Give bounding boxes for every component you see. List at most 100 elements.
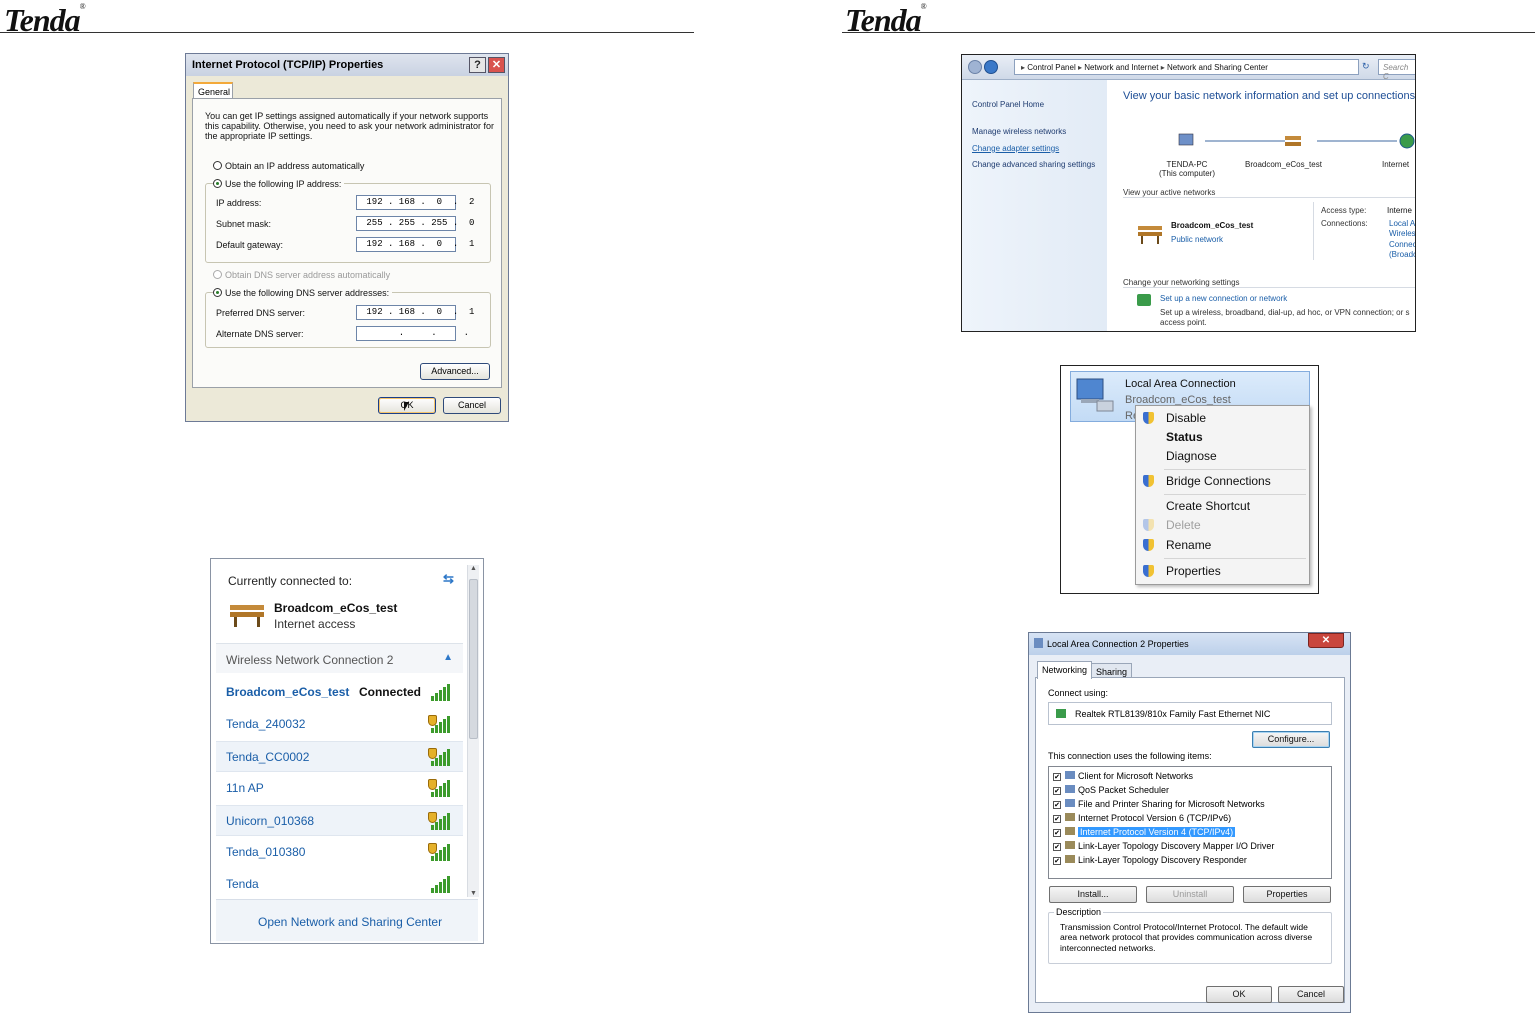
scrollbar[interactable]: ▲ ▼ bbox=[467, 565, 479, 897]
checkbox-checked-icon[interactable]: ✔ bbox=[1053, 801, 1061, 809]
protocol-icon bbox=[1065, 855, 1075, 863]
properties-button[interactable]: Properties bbox=[1243, 886, 1331, 903]
menu-item-bridge[interactable]: Bridge Connections bbox=[1166, 474, 1271, 488]
list-item[interactable]: ✔ QoS Packet Scheduler bbox=[1053, 783, 1327, 797]
page-title: View your basic network information and … bbox=[1123, 90, 1416, 102]
networking-panel: Connect using: Realtek RTL8139/810x Fami… bbox=[1035, 677, 1345, 1003]
nic-icon bbox=[1056, 709, 1066, 718]
menu-separator bbox=[1164, 469, 1306, 470]
node-network: Broadcom_eCos_test bbox=[1245, 160, 1322, 169]
cursor-arrow-icon bbox=[404, 402, 409, 411]
network-component-icon bbox=[1065, 785, 1075, 793]
list-item[interactable]: ✔ Link-Layer Topology Discovery Responder bbox=[1053, 853, 1327, 867]
network-type-link[interactable]: Public network bbox=[1171, 235, 1223, 244]
description-text: Transmission Control Protocol/Internet P… bbox=[1060, 922, 1313, 953]
checkbox-checked-icon[interactable]: ✔ bbox=[1053, 787, 1061, 795]
signal-strength-icon bbox=[431, 684, 453, 701]
menu-item-shortcut[interactable]: Create Shortcut bbox=[1166, 499, 1250, 513]
network-item[interactable]: Tenda_010380 bbox=[216, 837, 463, 868]
network-sharing-center-window: ▸ Control Panel ▸ Network and Internet ▸… bbox=[961, 54, 1416, 332]
subnet-mask-label: Subnet mask: bbox=[216, 219, 272, 229]
auto-ip-option[interactable]: Obtain an IP address automatically bbox=[213, 161, 364, 171]
network-component-icon bbox=[1065, 799, 1075, 807]
checkbox-checked-icon[interactable]: ✔ bbox=[1053, 815, 1061, 823]
alternate-dns-field[interactable]: . . . bbox=[356, 326, 469, 341]
sidebar-item-adapter[interactable]: Change adapter settings bbox=[972, 144, 1097, 155]
list-item-selected[interactable]: ✔ Internet Protocol Version 4 (TCP/IPv4) bbox=[1053, 825, 1327, 839]
setup-connection-link[interactable]: Set up a new connection or network bbox=[1160, 294, 1287, 303]
sidebar-item-home[interactable]: Control Panel Home bbox=[972, 100, 1097, 111]
refresh-icon[interactable]: ↻ bbox=[1362, 61, 1370, 72]
network-item[interactable]: Broadcom_eCos_test Connected bbox=[216, 677, 463, 708]
checkbox-checked-icon[interactable]: ✔ bbox=[1053, 829, 1061, 837]
checkbox-checked-icon[interactable]: ✔ bbox=[1053, 857, 1061, 865]
items-list[interactable]: ✔ Client for Microsoft Networks ✔ QoS Pack… bbox=[1048, 766, 1332, 879]
network-item[interactable]: Tenda_CC0002 bbox=[216, 741, 463, 772]
ok-button[interactable]: OK bbox=[1206, 986, 1272, 1003]
configure-button[interactable]: Configure... bbox=[1252, 731, 1330, 748]
adapter-context-screenshot: Local Area Connection Broadcom_eCos_test… bbox=[1060, 365, 1319, 594]
list-item[interactable]: ✔ Internet Protocol Version 6 (TCP/IPv6) bbox=[1053, 811, 1327, 825]
connect-using-label: Connect using: bbox=[1048, 688, 1109, 698]
description-group: Description Transmission Control Protoco… bbox=[1048, 907, 1332, 964]
forward-icon[interactable] bbox=[984, 60, 998, 74]
use-ip-option[interactable]: Use the following IP address: bbox=[213, 179, 345, 189]
scroll-up-icon[interactable]: ▲ bbox=[468, 565, 479, 572]
menu-item-disable[interactable]: Disable bbox=[1166, 411, 1206, 425]
gateway-field[interactable]: 192 . 168 . 0 . 1 bbox=[356, 237, 474, 252]
tab-networking[interactable]: Networking bbox=[1037, 661, 1093, 679]
scroll-down-icon[interactable]: ▼ bbox=[468, 890, 479, 897]
ip-address-field[interactable]: 192 . 168 . 0 . 2 bbox=[356, 195, 474, 210]
back-icon[interactable] bbox=[968, 60, 982, 74]
menu-item-status[interactable]: Status bbox=[1166, 430, 1203, 444]
scroll-thumb[interactable] bbox=[469, 579, 478, 739]
advanced-button[interactable]: Advanced... bbox=[420, 363, 490, 380]
network-item[interactable]: Tenda_240032 bbox=[216, 709, 463, 740]
auto-dns-option[interactable]: Obtain DNS server address automatically bbox=[213, 270, 390, 280]
list-item[interactable]: ✔ File and Printer Sharing for Microsoft … bbox=[1053, 797, 1327, 811]
cancel-button[interactable]: Cancel bbox=[443, 397, 501, 414]
network-component-icon bbox=[1065, 771, 1075, 779]
uac-shield-icon bbox=[1143, 475, 1154, 487]
breadcrumb[interactable]: ▸ Control Panel ▸ Network and Internet ▸… bbox=[1014, 59, 1359, 75]
checkbox-checked-icon[interactable]: ✔ bbox=[1053, 773, 1061, 781]
preferred-dns-field[interactable]: 192 . 168 . 0 . 1 bbox=[356, 305, 474, 320]
install-button[interactable]: Install... bbox=[1049, 886, 1137, 903]
use-dns-option[interactable]: Use the following DNS server addresses: bbox=[213, 288, 393, 298]
wireless-section-title: Wireless Network Connection 2 bbox=[226, 653, 394, 667]
tenda-logo-right: Tenda® bbox=[845, 2, 927, 38]
refresh-icon[interactable]: ⇆ bbox=[443, 571, 454, 587]
header-rule-left bbox=[0, 32, 694, 33]
sidebar-item-wireless[interactable]: Manage wireless networks bbox=[972, 127, 1097, 138]
network-item[interactable]: Unicorn_010368 bbox=[216, 805, 463, 836]
menu-item-diagnose[interactable]: Diagnose bbox=[1166, 449, 1217, 463]
collapse-chevron-icon[interactable]: ▲ bbox=[443, 652, 453, 663]
search-input[interactable]: Search C bbox=[1378, 59, 1415, 81]
connections-links[interactable]: Local A Wireles Connec (Broadc bbox=[1389, 219, 1415, 261]
menu-item-properties[interactable]: Properties bbox=[1166, 564, 1221, 578]
network-item[interactable]: 11n AP bbox=[216, 773, 463, 804]
gateway-label: Default gateway: bbox=[216, 240, 284, 250]
help-button[interactable]: ? bbox=[469, 57, 486, 73]
subnet-mask-field[interactable]: 255 . 255 . 255 . 0 bbox=[356, 216, 474, 231]
checkbox-checked-icon[interactable]: ✔ bbox=[1053, 843, 1061, 851]
menu-item-rename[interactable]: Rename bbox=[1166, 538, 1211, 552]
items-label: This connection uses the following items… bbox=[1048, 751, 1212, 761]
tab-general[interactable]: General bbox=[193, 82, 233, 99]
list-item[interactable]: ✔ Link-Layer Topology Discovery Mapper I/… bbox=[1053, 839, 1327, 853]
lan-properties-window: Local Area Connection 2 Properties ✕ Net… bbox=[1028, 632, 1351, 1013]
cancel-button[interactable]: Cancel bbox=[1278, 986, 1344, 1003]
open-network-center-link[interactable]: Open Network and Sharing Center bbox=[258, 915, 442, 929]
adapter-field: Realtek RTL8139/810x Family Fast Etherne… bbox=[1048, 702, 1332, 725]
protocol-icon bbox=[1065, 827, 1075, 835]
wireless-section-header[interactable]: Wireless Network Connection 2 ▲ bbox=[216, 643, 463, 673]
network-item[interactable]: Tenda bbox=[216, 869, 463, 900]
tenda-logo-left: Tenda® bbox=[4, 2, 86, 38]
sidebar-item-sharing[interactable]: Change advanced sharing settings bbox=[972, 160, 1097, 171]
change-settings-heading: Change your networking settings bbox=[1123, 278, 1415, 288]
list-item[interactable]: ✔ Client for Microsoft Networks bbox=[1053, 769, 1327, 783]
close-button[interactable]: ✕ bbox=[1308, 633, 1344, 648]
header-rule-right bbox=[842, 32, 1535, 33]
menu-separator bbox=[1164, 494, 1306, 495]
close-button[interactable]: ✕ bbox=[488, 57, 505, 73]
